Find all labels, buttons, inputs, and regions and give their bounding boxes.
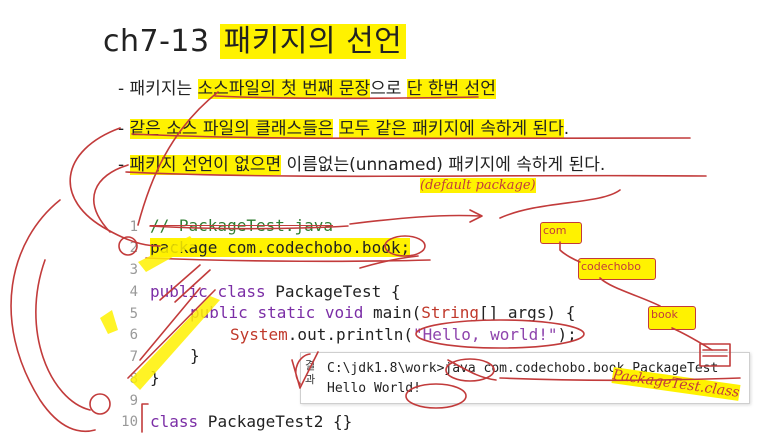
handwriting-strokes [10, 91, 741, 433]
lecture-slide: ch7-13 패키지의 선언 - 패키지는 소스파일의 첫 번째 문장으로 단 … [0, 0, 771, 434]
